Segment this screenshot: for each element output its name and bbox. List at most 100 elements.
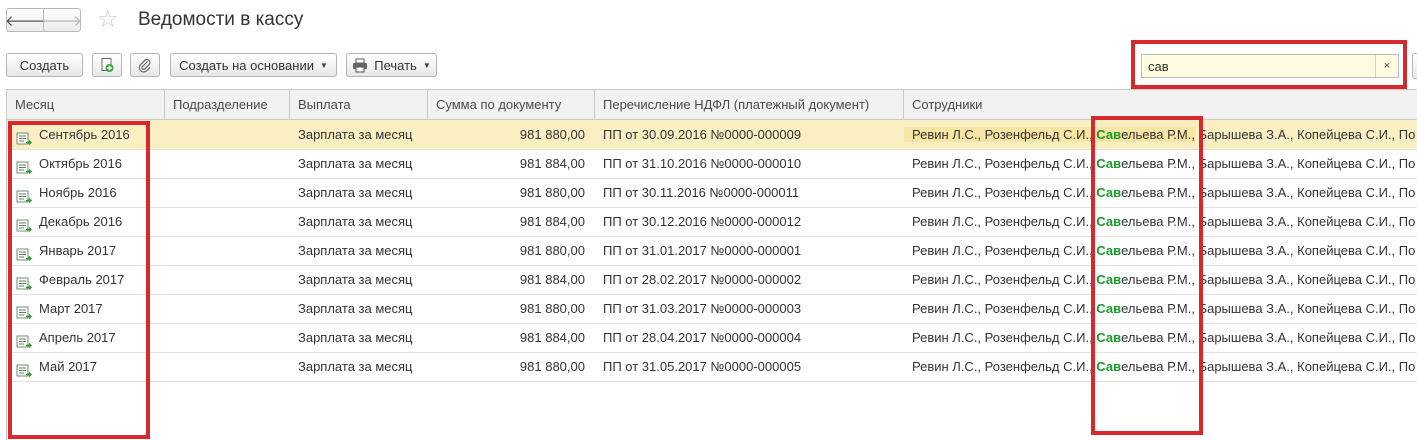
arrow-right-icon: 🡒	[41, 12, 83, 30]
employees-text-after: Барышева З.А., Копейцева С.И., По	[1194, 330, 1416, 345]
employees-text-after: Барышева З.А., Копейцева С.И., По	[1194, 185, 1416, 200]
table-row[interactable]: Ноябрь 2016 Зарплата за месяц 981 880,00 ПП…	[7, 178, 1417, 208]
chevron-down-icon: ▼	[422, 60, 431, 70]
cell-ndfl: ПП от 31.01.2017 №0000-000001	[603, 243, 802, 258]
employees-text-after: Барышева З.А., Копейцева С.И., По	[1194, 301, 1416, 316]
cell-division	[165, 352, 290, 381]
month-text: Апрель 2017	[39, 330, 116, 345]
cell-division	[165, 323, 290, 352]
document-posted-icon	[16, 359, 32, 381]
create-based-on-button[interactable]: Создать на основании ▼	[170, 53, 337, 77]
copy-add-button[interactable]	[92, 53, 122, 77]
chevron-down-icon: ▼	[319, 60, 328, 70]
employees-text-after: Барышева З.А., Копейцева С.И., По	[1194, 243, 1416, 258]
search-match-text: Сав	[1096, 214, 1122, 229]
arrow-left-icon: 🡐	[4, 12, 46, 30]
column-header-month[interactable]: Месяц	[7, 90, 165, 119]
table-row[interactable]: Январь 2017 Зарплата за месяц 981 880,00 ПП…	[7, 236, 1417, 266]
month-text: Ноябрь 2016	[39, 185, 117, 200]
table-row[interactable]: Апрель 2017 Зарплата за месяц 981 884,00 ПП…	[7, 323, 1417, 353]
cell-division	[165, 149, 290, 178]
cell-ndfl: ПП от 31.05.2017 №0000-000005	[603, 359, 802, 374]
cell-ndfl: ПП от 31.10.2016 №0000-000010	[603, 156, 802, 171]
table-row[interactable]: Октябрь 2016 Зарплата за месяц 981 884,00 П…	[7, 149, 1417, 179]
table-row[interactable]: Март 2017 Зарплата за месяц 981 880,00 ПП о…	[7, 294, 1417, 324]
cell-amount: 981 880,00	[519, 185, 585, 200]
employees-text-after: Барышева З.А., Копейцева С.И., По	[1194, 127, 1416, 142]
column-header-payment[interactable]: Выплата	[290, 90, 428, 119]
cell-employees: Ревин Л.С., Розенфельд С.И., Савельева Р…	[904, 294, 1417, 323]
paperclip-icon	[137, 57, 153, 73]
employees-text-before: Ревин Л.С., Розенфельд С.И.,	[904, 127, 1097, 142]
cell-payment: Зарплата за месяц	[298, 359, 413, 374]
create-button[interactable]: Создать	[6, 53, 83, 77]
cell-payment: Зарплата за месяц	[298, 214, 413, 229]
cell-month: Октябрь 2016	[7, 149, 165, 178]
document-posted-icon	[16, 156, 32, 178]
document-posted-icon	[16, 214, 32, 236]
clear-search-button[interactable]: ×	[1375, 55, 1398, 77]
employees-text-before: Ревин Л.С., Розенфельд С.И.,	[912, 359, 1097, 374]
employees-text-before: Ревин Л.С., Розенфельд С.И.,	[912, 214, 1097, 229]
back-button[interactable]: 🡐	[4, 8, 46, 32]
cell-month: Сентябрь 2016	[7, 120, 165, 149]
search-options-button[interactable]	[1412, 53, 1417, 79]
cell-employees: Ревин Л.С., Розенфельд С.И., Савельева Р…	[904, 265, 1417, 294]
cell-payment: Зарплата за месяц	[298, 127, 413, 142]
create-based-on-label: Создать на основании	[179, 57, 314, 73]
cell-payment: Зарплата за месяц	[298, 272, 413, 287]
column-header-ndfl[interactable]: Перечисление НДФЛ (платежный документ)	[595, 90, 904, 119]
employees-match-rest: ельева Р.М.,	[1121, 127, 1195, 142]
cell-amount: 981 880,00	[519, 359, 585, 374]
cell-payment: Зарплата за месяц	[298, 330, 413, 345]
cell-month: Апрель 2017	[7, 323, 165, 352]
employees-text-after: Барышева З.А., Копейцева С.И., По	[1194, 359, 1416, 374]
documents-table: Месяц Подразделение Выплата Сумма по док…	[6, 89, 1417, 440]
employees-match-rest: ельева Р.М.,	[1121, 301, 1195, 316]
search-input[interactable]	[1142, 55, 1376, 77]
table-row[interactable]: Февраль 2017 Зарплата за месяц 981 884,00 П…	[7, 265, 1417, 295]
cell-amount: 981 884,00	[519, 330, 585, 345]
cell-division	[165, 178, 290, 207]
employees-match-rest: ельева Р.М.,	[1121, 185, 1195, 200]
attach-button[interactable]	[130, 53, 160, 77]
cell-employees: Ревин Л.С., Розенфельд С.И., Савельева Р…	[904, 120, 1417, 149]
employees-match-rest: ельева Р.М.,	[1121, 272, 1195, 287]
employees-text-before: Ревин Л.С., Розенфельд С.И.,	[912, 185, 1097, 200]
cell-amount: 981 880,00	[519, 127, 585, 142]
search-match-text: Сав	[1096, 156, 1122, 171]
cell-payment: Зарплата за месяц	[298, 301, 413, 316]
forward-button[interactable]: 🡒	[41, 8, 83, 32]
column-header-division[interactable]: Подразделение	[165, 90, 290, 119]
table-row[interactable]: Декабрь 2016 Зарплата за месяц 981 884,00 П…	[7, 207, 1417, 237]
cell-employees: Ревин Л.С., Розенфельд С.И., Савельева Р…	[904, 207, 1417, 236]
search-match-text: Сав	[1096, 330, 1122, 345]
table-row[interactable]: Сентябрь 2016 Зарплата за месяц 981 880,00…	[7, 120, 1417, 150]
search-match-text: Сав	[1096, 127, 1122, 142]
month-text: Сентябрь 2016	[39, 127, 130, 142]
history-nav: 🡐 🡒	[4, 8, 83, 32]
column-header-amount[interactable]: Сумма по документу	[428, 90, 595, 119]
cell-payment: Зарплата за месяц	[298, 156, 413, 171]
column-header-employees[interactable]: Сотрудники	[904, 90, 1417, 119]
month-text: Октябрь 2016	[39, 156, 122, 171]
cell-month: Май 2017	[7, 352, 165, 381]
star-icon[interactable]: ☆	[97, 5, 119, 34]
table-row[interactable]: Май 2017 Зарплата за месяц 981 880,00 ПП от…	[7, 352, 1417, 382]
document-posted-icon	[16, 185, 32, 207]
employees-text-before: Ревин Л.С., Розенфельд С.И.,	[912, 301, 1097, 316]
print-label: Печать	[374, 57, 417, 73]
document-posted-icon	[16, 127, 32, 149]
print-button[interactable]: Печать ▼	[346, 53, 437, 77]
month-text: Январь 2017	[39, 243, 117, 258]
employees-text-before: Ревин Л.С., Розенфельд С.И.,	[912, 156, 1097, 171]
month-text: Март 2017	[39, 301, 103, 316]
cell-month: Январь 2017	[7, 236, 165, 265]
cell-employees: Ревин Л.С., Розенфельд С.И., Савельева Р…	[904, 352, 1417, 381]
document-posted-icon	[16, 330, 32, 352]
cell-employees: Ревин Л.С., Розенфельд С.И., Савельева Р…	[904, 149, 1417, 178]
document-posted-icon	[16, 301, 32, 323]
cell-division	[165, 120, 290, 149]
cell-amount: 981 884,00	[519, 214, 585, 229]
cell-amount: 981 884,00	[519, 156, 585, 171]
